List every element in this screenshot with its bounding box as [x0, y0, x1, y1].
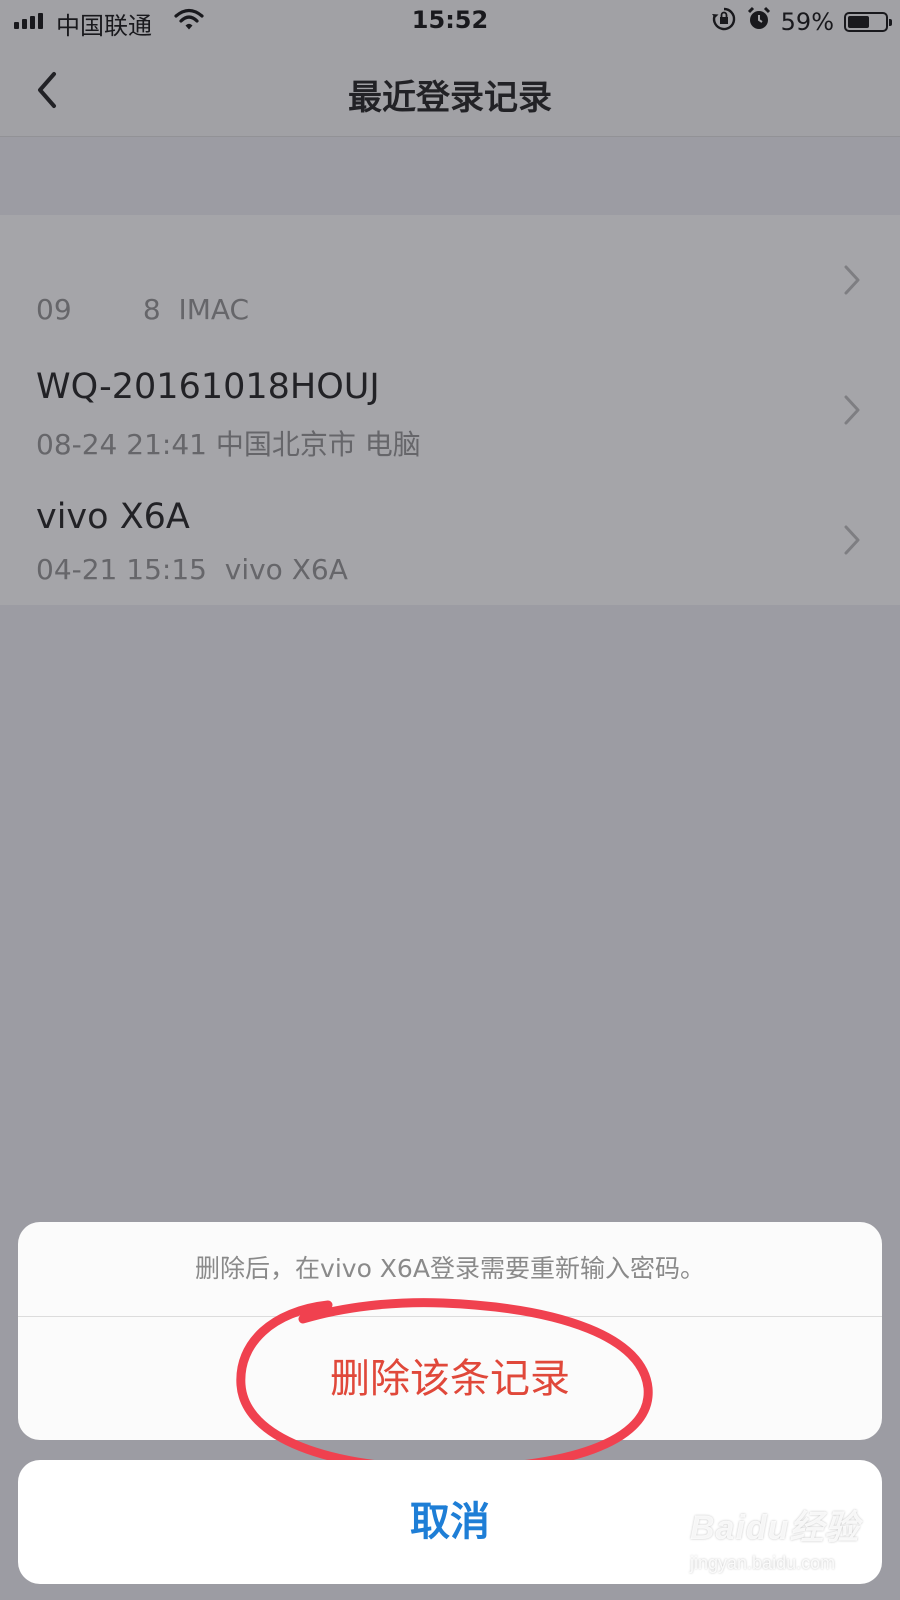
baidu-watermark: Baidu经验 jingyan.baidu.com [690, 1500, 890, 1590]
delete-record-button[interactable]: 删除该条记录 [18, 1317, 882, 1440]
watermark-url: jingyan.baidu.com [690, 1553, 836, 1573]
watermark-logo: Baidu经验 [690, 1509, 860, 1547]
action-sheet: 删除后，在vivo X6A登录需要重新输入密码。 删除该条记录 [18, 1222, 882, 1440]
action-sheet-message: 删除后，在vivo X6A登录需要重新输入密码。 [18, 1222, 882, 1317]
